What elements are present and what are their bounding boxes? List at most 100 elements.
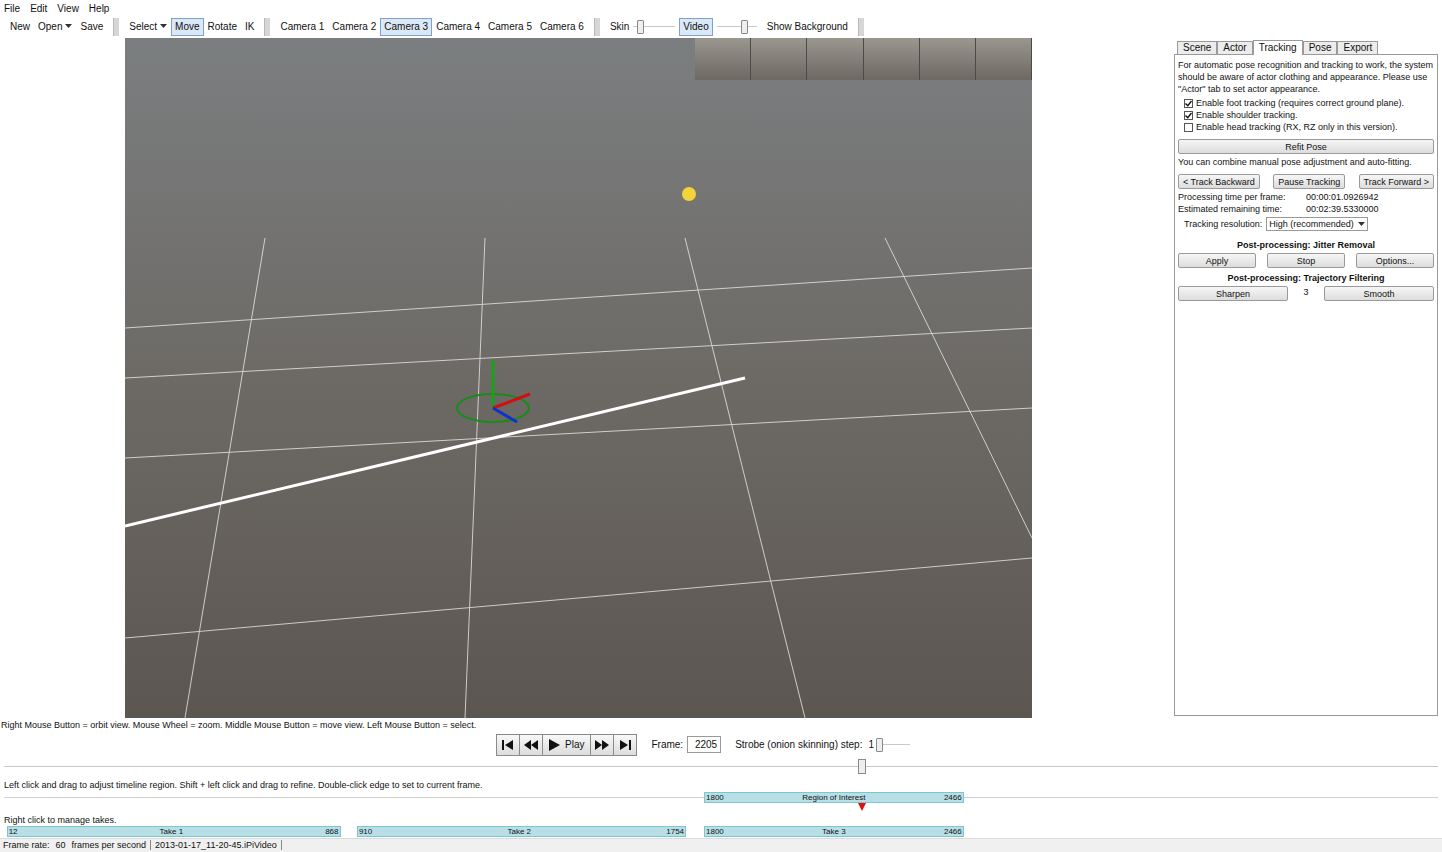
checkbox[interactable] [1184, 99, 1193, 108]
takes-row: 12Take 1868 910Take 21754 1800Take 32466 [0, 826, 1442, 838]
viewport-pane [0, 37, 1174, 718]
toolbar-button[interactable]: Camera 4 [432, 18, 484, 36]
toolbar-button[interactable]: Show Background [763, 18, 852, 36]
toolbar-button[interactable]: Video [679, 18, 712, 36]
menu-item[interactable]: Help [89, 1, 110, 16]
region-of-interest[interactable]: 1800Region of Interest2466 [704, 792, 964, 803]
camera-thumbnail[interactable] [751, 38, 807, 80]
toolbar-button[interactable]: IK [241, 18, 258, 36]
dropdown-arrow-icon[interactable] [160, 24, 167, 29]
camera-thumbnail[interactable] [807, 38, 863, 80]
resolution-dropdown[interactable]: High (recommended) [1266, 217, 1368, 231]
strobe-label: Strobe (onion skinning) step: [735, 737, 862, 752]
toolbar-button[interactable]: New [6, 18, 34, 36]
checkbox-row[interactable]: Enable head tracking (RX, RZ only in thi… [1184, 121, 1434, 133]
panel-button[interactable]: Refit Pose [1178, 139, 1434, 154]
current-frame-marker-icon[interactable] [858, 803, 866, 811]
timeline-slider[interactable] [0, 757, 1442, 777]
skin-slider[interactable] [633, 18, 675, 36]
panel-button[interactable]: Apply [1178, 253, 1256, 268]
toolbar-button[interactable]: Move [171, 18, 203, 36]
stat-row: Estimated remaining time:00:02:39.533000… [1178, 203, 1434, 215]
first-button[interactable] [496, 734, 520, 756]
region-row: 1800Region of Interest2466 [0, 792, 1442, 814]
dropdown-arrow-icon[interactable] [65, 24, 72, 29]
intro-text: For automatic pose recognition and track… [1178, 59, 1434, 95]
camera-thumbnail[interactable] [695, 38, 751, 80]
toolbar-button[interactable]: Select [125, 18, 171, 36]
takes-hint: Right click to manage takes. [0, 814, 1442, 826]
toolbar-button[interactable]: Camera 6 [536, 18, 588, 36]
toolbar-button[interactable]: Camera 5 [484, 18, 536, 36]
toolbar-button[interactable]: Rotate [204, 18, 241, 36]
take-bar[interactable]: 1800Take 32466 [704, 826, 964, 837]
trajectory-row: Sharpen 3 Smooth [1178, 286, 1434, 301]
toolbar-grip[interactable] [113, 18, 119, 36]
toolbar-button[interactable]: Open [34, 18, 76, 36]
video-slider[interactable] [717, 18, 757, 36]
panel-button[interactable]: < Track Backward [1178, 174, 1260, 189]
dropdown-arrow-icon[interactable] [1358, 222, 1365, 227]
toolbar-button[interactable]: Save [76, 18, 107, 36]
trajectory-title: Post-processing: Trajectory Filtering [1178, 272, 1434, 284]
toolbar-button[interactable]: Skin [606, 18, 633, 36]
panel-button[interactable]: Sharpen [1178, 286, 1288, 301]
track-buttons: < Track Backward Pause Tracking Track Forw… [1178, 174, 1434, 189]
menu-item[interactable]: File [4, 1, 20, 16]
panel-button[interactable]: Stop [1267, 253, 1345, 268]
jitter-title: Post-processing: Jitter Removal [1178, 239, 1434, 251]
view-hint: Right Mouse Button = orbit view. Mouse W… [0, 719, 1442, 732]
checkbox[interactable] [1184, 111, 1193, 120]
checkbox[interactable] [1184, 123, 1193, 132]
refit-hint: You can combine manual pose adjustment a… [1178, 156, 1434, 168]
panel-tab[interactable]: Actor [1217, 41, 1252, 54]
tracking-tab-content: For automatic pose recognition and track… [1174, 54, 1438, 716]
tracking-stats: Processing time per frame:00:00:01.09269… [1178, 191, 1434, 215]
camera-thumbnail[interactable] [920, 38, 976, 80]
frame-input[interactable]: 2205 [687, 736, 721, 753]
last-button[interactable] [613, 734, 637, 756]
toolbar-grip[interactable] [594, 18, 600, 36]
panel-tab[interactable]: Tracking [1253, 40, 1303, 55]
checkbox-row[interactable]: Enable shoulder tracking. [1184, 109, 1434, 121]
panel-button[interactable]: Pause Tracking [1273, 174, 1345, 189]
take-bar[interactable]: 910Take 21754 [357, 826, 686, 837]
toolbar-button[interactable]: Camera 2 [328, 18, 380, 36]
play-button[interactable]: Play [542, 734, 591, 756]
camera-thumbnail[interactable] [976, 38, 1032, 80]
panel-button[interactable]: Track Forward > [1359, 174, 1434, 189]
next-button[interactable] [590, 734, 614, 756]
panel-tab[interactable]: Pose [1303, 41, 1338, 54]
last-icon [618, 739, 632, 751]
take-bar[interactable]: 12Take 1868 [7, 826, 341, 837]
resolution-row: Tracking resolution:High (recommended) [1178, 217, 1434, 231]
floor-grid [125, 38, 1032, 718]
toolbar-grip[interactable] [858, 18, 864, 36]
toolbar-button[interactable]: Camera 3 [380, 18, 432, 36]
camera-thumbnails [695, 38, 1032, 80]
panel-tab[interactable]: Scene [1177, 41, 1217, 54]
check-icon [1185, 112, 1192, 119]
prev-icon [524, 739, 538, 751]
panel-tabs: SceneActorTrackingPoseExport [1174, 39, 1438, 54]
toolbar-grip[interactable] [264, 18, 270, 36]
menu-item[interactable]: View [57, 1, 79, 16]
menu-item[interactable]: Edit [30, 1, 47, 16]
next-icon [595, 739, 609, 751]
panel-button[interactable]: Smooth [1324, 286, 1434, 301]
camera-thumbnail[interactable] [864, 38, 920, 80]
strobe-slider[interactable] [876, 736, 910, 754]
timeline: Left click and drag to adjust timeline r… [0, 757, 1442, 838]
menu-bar: File Edit View Help [0, 0, 1442, 16]
trajectory-value: 3 [1303, 286, 1308, 298]
strobe-value: 1 [868, 737, 874, 752]
first-icon [501, 739, 515, 751]
video-viewport[interactable] [125, 38, 1032, 718]
prev-button[interactable] [519, 734, 543, 756]
toolbar: NewOpenSaveSelectMoveRotateIKCamera 1Cam… [0, 16, 1442, 37]
panel-tab[interactable]: Export [1337, 41, 1378, 54]
right-panel: SceneActorTrackingPoseExport For automati… [1174, 39, 1438, 716]
panel-button[interactable]: Options... [1356, 253, 1434, 268]
toolbar-button[interactable]: Camera 1 [276, 18, 328, 36]
checkbox-row[interactable]: Enable foot tracking (requires correct g… [1184, 97, 1434, 109]
